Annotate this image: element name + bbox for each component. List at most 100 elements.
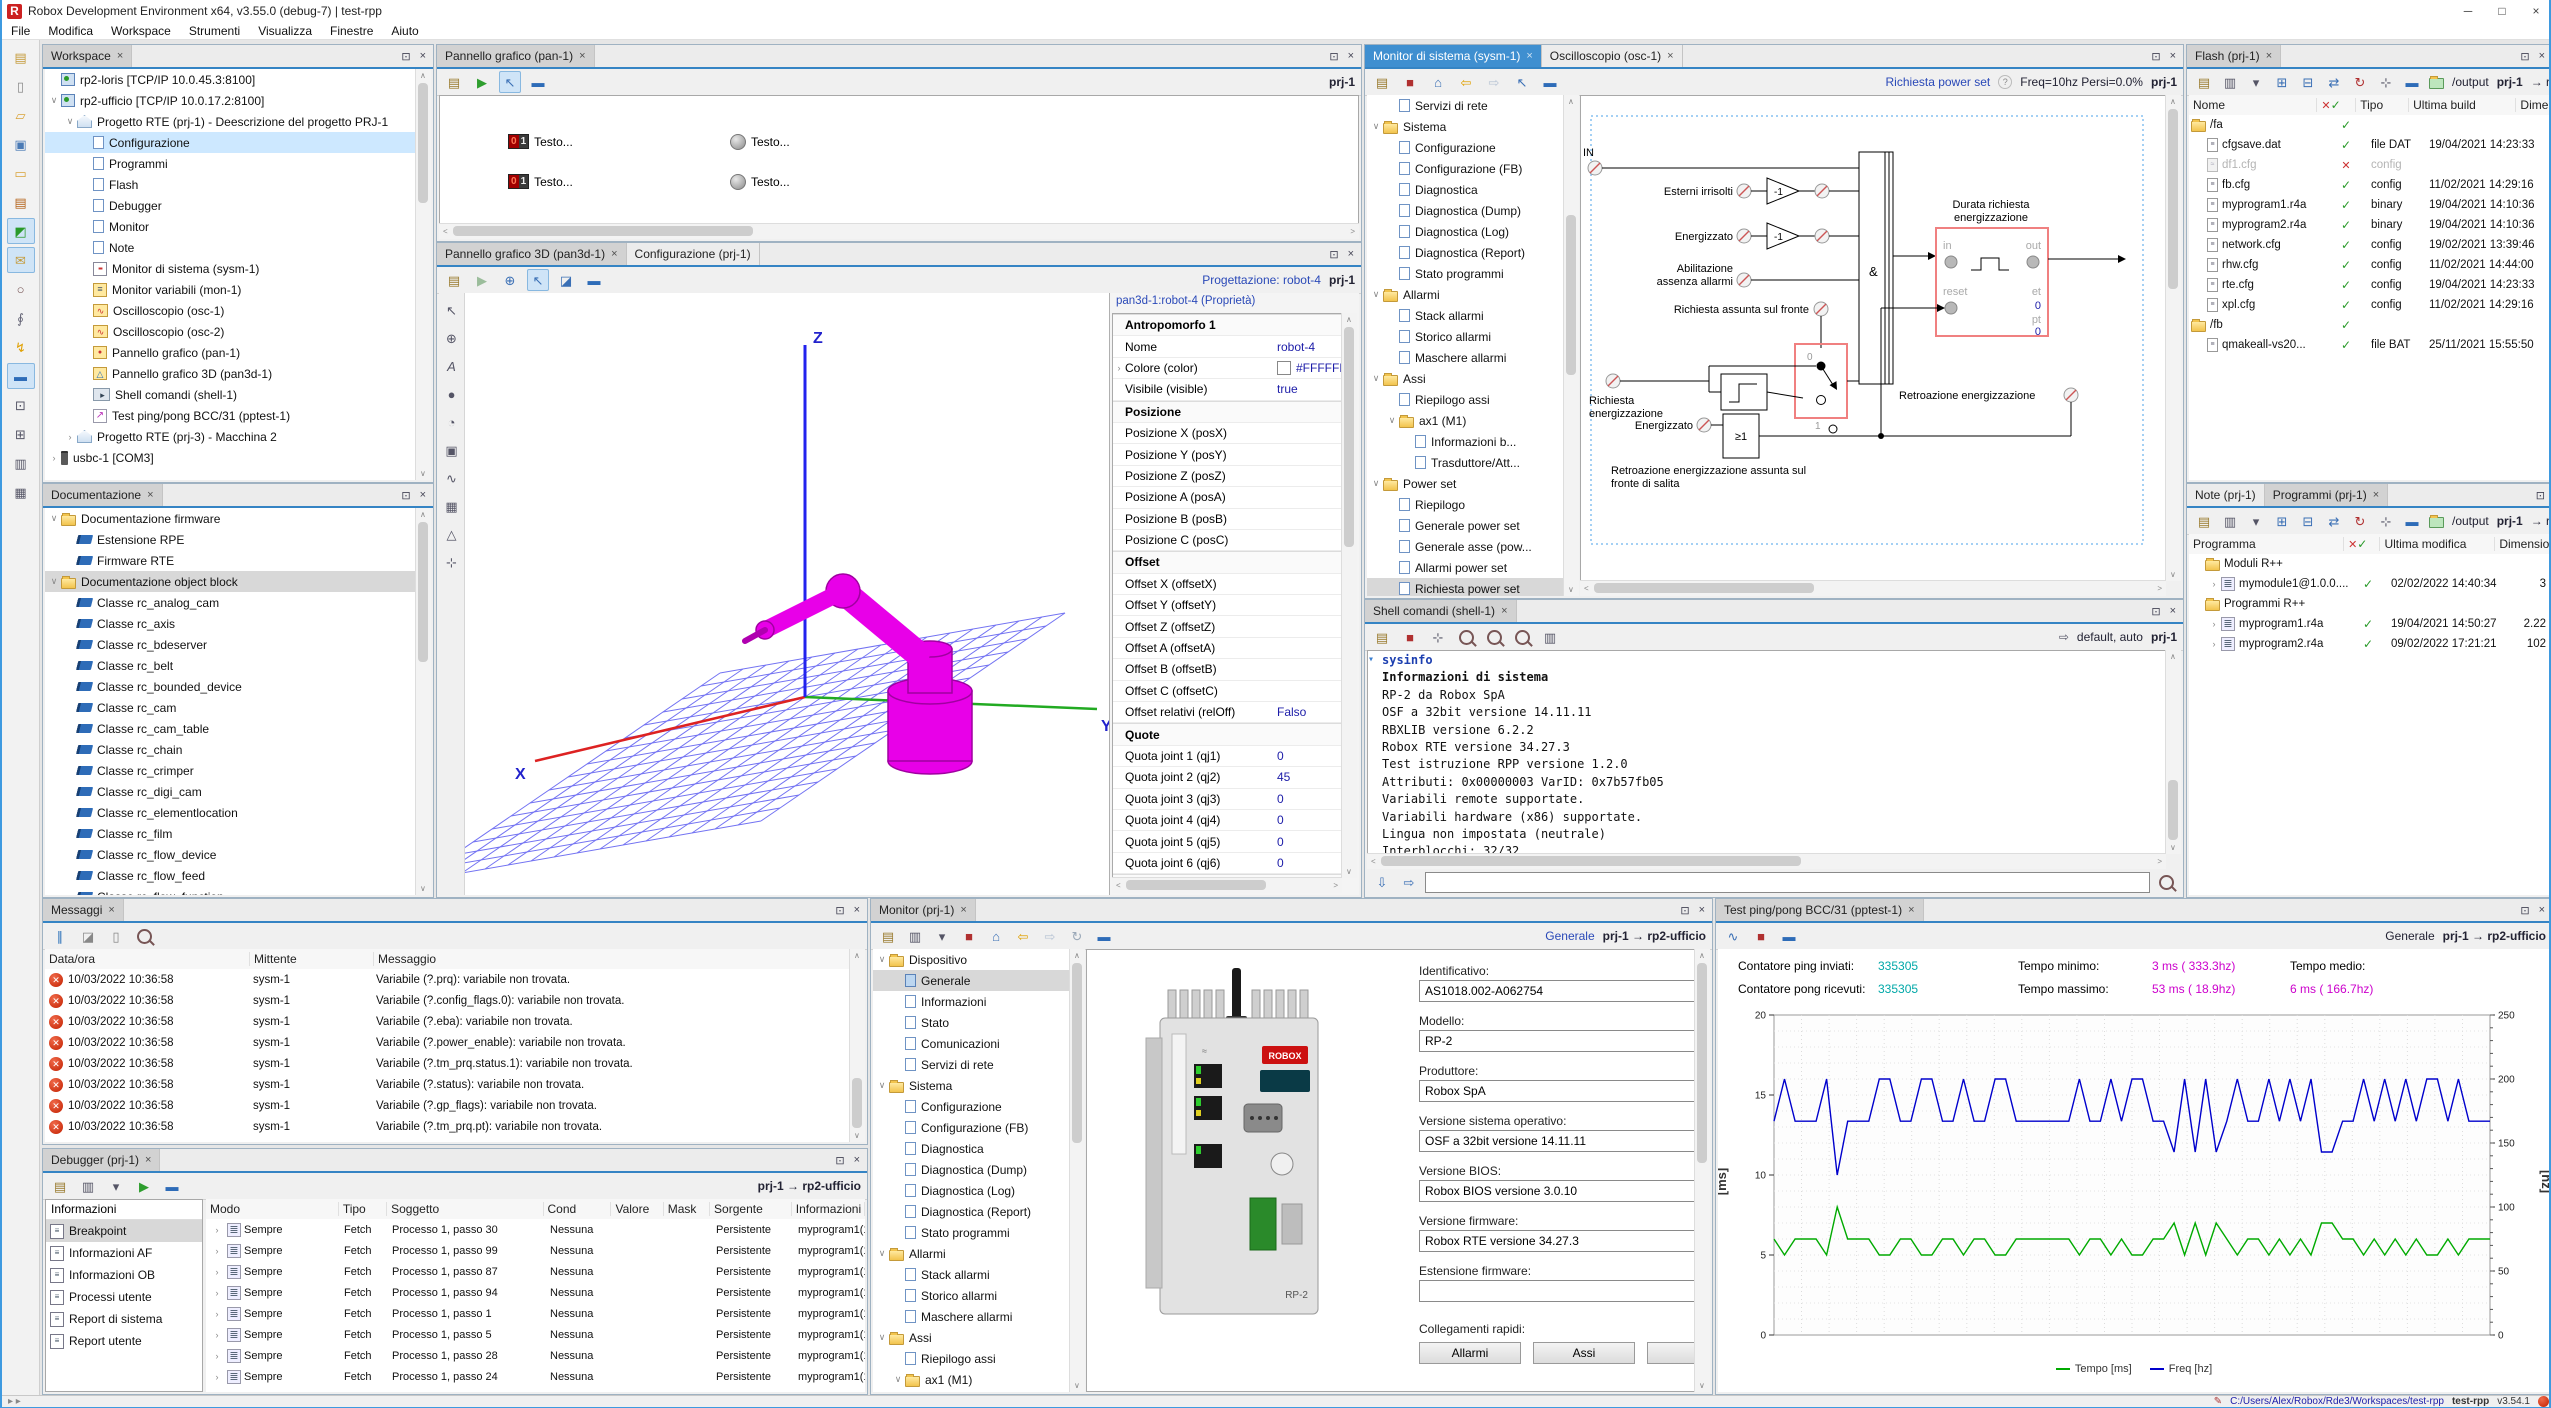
message-row[interactable]: 10/03/2022 10:36:58 sysm-1 Variabile (?.…: [45, 1095, 850, 1116]
toolbar-button[interactable]: ■: [1750, 925, 1772, 947]
tree-item[interactable]: Classe rc_cam_table: [45, 718, 416, 739]
expander-icon[interactable]: ∨: [875, 954, 889, 965]
float-icon[interactable]: ⊡: [1329, 248, 1338, 261]
toolbar-button[interactable]: ▤: [1371, 626, 1393, 648]
property-row[interactable]: Quota joint 1 (qj1) 0: [1113, 746, 1341, 767]
tab-ping-pong[interactable]: Test ping/pong BCC/31 (pptest-1)×: [1716, 899, 1924, 921]
horizontal-scrollbar[interactable]: [1367, 853, 2166, 869]
float-icon[interactable]: ⊡: [2151, 50, 2160, 63]
tree-item[interactable]: Richiesta power set: [1367, 578, 1563, 596]
tree-item[interactable]: ∨ Assi: [873, 1327, 1069, 1348]
float-icon[interactable]: ⊡: [835, 1154, 844, 1167]
toolbar-icon[interactable]: ▥: [7, 450, 35, 476]
tree-item[interactable]: › usbc-1 [COM3]: [45, 447, 416, 468]
breakpoint-row[interactable]: ›Sempre Fetch Processo 1, passo 24 Nessu…: [206, 1366, 865, 1387]
tab-debugger[interactable]: Debugger (prj-1)×: [43, 1149, 160, 1171]
tree-item[interactable]: Configurazione: [873, 1096, 1069, 1117]
toolbar-button[interactable]: ⊟: [2297, 510, 2319, 532]
toolbar-button[interactable]: ▬: [161, 1175, 183, 1197]
tree-item[interactable]: rp2-loris [TCP/IP 10.0.45.3:8100]: [45, 69, 416, 90]
tree-item[interactable]: Diagnostica (Log): [873, 1180, 1069, 1201]
tree-item[interactable]: Storico allarmi: [873, 1285, 1069, 1306]
breakpoint-row[interactable]: ›Sempre Fetch Processo 1, passo 28 Nessu…: [206, 1345, 865, 1366]
search-command-icon[interactable]: [2155, 872, 2177, 894]
tree-item[interactable]: Diagnostica (Log): [1367, 221, 1563, 242]
toolbar-icon[interactable]: ⊡: [7, 392, 35, 418]
tree-item[interactable]: Maschere allarmi: [1367, 347, 1563, 368]
flash-row[interactable]: /fb: [2189, 315, 2550, 335]
toolbar-button[interactable]: [133, 925, 155, 947]
toolbar-icon[interactable]: ▤: [7, 44, 35, 70]
shell-command-input[interactable]: [1425, 872, 2150, 893]
help-icon[interactable]: ?: [1998, 75, 2012, 89]
message-row[interactable]: 10/03/2022 10:36:58 sysm-1 Variabile (?.…: [45, 1053, 850, 1074]
tree-item[interactable]: Flash: [45, 174, 416, 195]
program-row[interactable]: › myprogram2.r4a 09/02/2022 17:21:21 102: [2189, 634, 2550, 654]
expander-icon[interactable]: ∨: [875, 1248, 889, 1259]
toolbar-icon[interactable]: ↯: [7, 334, 35, 360]
tree-item[interactable]: Stack allarmi: [1367, 305, 1563, 326]
close-icon[interactable]: ×: [2539, 904, 2545, 916]
program-row[interactable]: Programmi R++: [2189, 594, 2550, 614]
property-row[interactable]: Offset Y (offsetY): [1113, 595, 1341, 616]
tree-item[interactable]: Classe rc_flow_feed: [45, 865, 416, 886]
page-link[interactable]: Generale: [1545, 929, 1594, 943]
toolbar-button[interactable]: ⊹: [2375, 71, 2397, 93]
toolbar-icon[interactable]: ▱: [7, 102, 35, 128]
tab-flash[interactable]: Flash (prj-1)×: [2187, 45, 2281, 67]
toolbar-button[interactable]: ▤: [443, 269, 465, 291]
property-row[interactable]: Antropomorfo 1: [1113, 314, 1341, 336]
toolbar-button[interactable]: ↖: [499, 71, 521, 93]
toolbar-button[interactable]: ▾: [2245, 510, 2267, 532]
tree-item[interactable]: Classe rc_crimper: [45, 760, 416, 781]
toolbar-icon[interactable]: ▯: [7, 73, 35, 99]
toolbar-button[interactable]: ⌂: [1427, 71, 1449, 93]
tree-item[interactable]: Generale power set: [1367, 515, 1563, 536]
message-row[interactable]: 10/03/2022 10:36:58 sysm-1 Variabile (?.…: [45, 990, 850, 1011]
column-header[interactable]: Programma: [2189, 537, 2344, 551]
tree-item[interactable]: Diagnostica: [1367, 179, 1563, 200]
close-icon[interactable]: ×: [1501, 605, 1507, 617]
tree-item[interactable]: Generale asse (pow...: [1367, 536, 1563, 557]
vertical-scrollbar[interactable]: [1341, 313, 1357, 878]
tree-item[interactable]: ∨ ax1 (M1): [873, 1369, 1069, 1390]
float-icon[interactable]: ⊡: [2520, 904, 2529, 917]
tab-monitor-di-sistema[interactable]: Monitor di sistema (sysm-1)×: [1365, 45, 1542, 67]
message-row[interactable]: 10/03/2022 10:36:58 sysm-1 Variabile (?.…: [45, 1032, 850, 1053]
tree-item[interactable]: Diagnostica (Dump): [873, 1159, 1069, 1180]
tree-item[interactable]: Classe rc_film: [45, 823, 416, 844]
toolbar-icon[interactable]: ▣: [7, 131, 35, 157]
tree-item[interactable]: Allarmi power set: [1367, 557, 1563, 578]
tab-pannello-grafico-3d[interactable]: Pannello grafico 3D (pan3d-1)×: [437, 243, 627, 265]
info-list-item[interactable]: Report di sistema: [46, 1308, 202, 1330]
vertical-scrollbar[interactable]: [2165, 95, 2181, 581]
breakpoint-row[interactable]: ›Sempre Fetch Processo 1, passo 5 Nessun…: [206, 1324, 865, 1345]
form-field-value[interactable]: Robox RTE versione 34.27.3: [1419, 1230, 1695, 1252]
toolbar-button[interactable]: ↖: [527, 269, 549, 291]
property-row[interactable]: Posizione X (posX): [1113, 423, 1341, 444]
toolbar-button[interactable]: [1511, 626, 1533, 648]
menu-item[interactable]: Finestre: [321, 24, 382, 38]
property-row[interactable]: Posizione Y (posY): [1113, 444, 1341, 465]
column-header[interactable]: Tipo: [339, 1202, 387, 1216]
viewport-3d[interactable]: X Y Z: [465, 293, 1111, 895]
column-header[interactable]: Valore: [611, 1202, 663, 1216]
tree-item[interactable]: ∨ Dispositivo: [873, 949, 1069, 970]
toolbar-button[interactable]: ▥: [1539, 626, 1561, 648]
property-row[interactable]: Posizione B (posB): [1113, 509, 1341, 530]
expander-icon[interactable]: ∨: [47, 513, 61, 524]
close-icon[interactable]: ×: [854, 1154, 860, 1166]
tree-item[interactable]: ∨ rp2-ufficio [TCP/IP 10.0.17.2:8100]: [45, 90, 416, 111]
close-icon[interactable]: ×: [611, 248, 617, 260]
vertical-scrollbar[interactable]: [1563, 95, 1579, 596]
power-set-button[interactable]: Power set: [1647, 1342, 1695, 1364]
side-tool-icon[interactable]: ●: [441, 383, 463, 405]
expander-icon[interactable]: ∨: [891, 1374, 905, 1385]
property-row[interactable]: Quota joint 3 (qj3) 0: [1113, 789, 1341, 810]
property-row[interactable]: › Colore (color) #FFFFFF: [1113, 358, 1341, 379]
column-header[interactable]: Dimensio: [2495, 537, 2550, 551]
float-icon[interactable]: ⊡: [2520, 50, 2529, 63]
property-row[interactable]: Posizione Z (posZ): [1113, 466, 1341, 487]
panel-widget-lamp[interactable]: Testo...: [730, 134, 790, 150]
tree-item[interactable]: Programmi: [45, 153, 416, 174]
